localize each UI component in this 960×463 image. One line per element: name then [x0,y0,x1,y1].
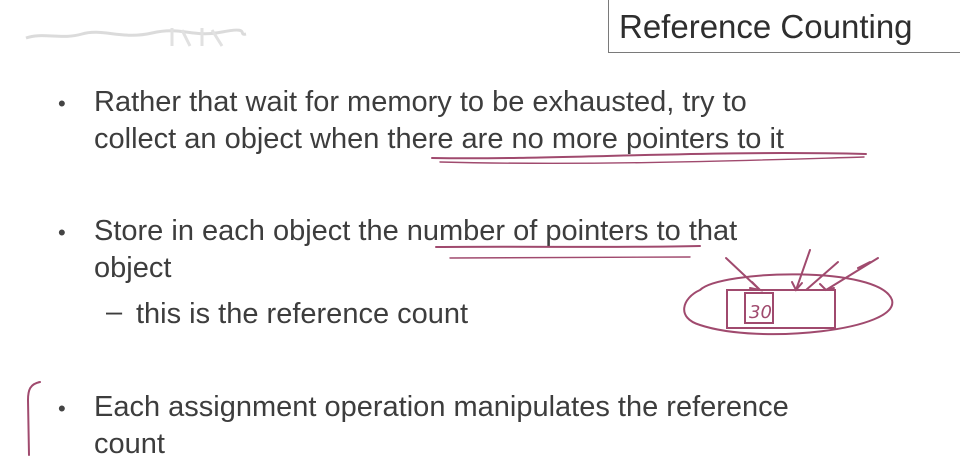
pointer-arrow-3 [805,261,839,291]
pointer-arrow-2 [795,249,811,291]
count-value: 30 [749,302,772,323]
sub-bullet-dash: – [106,296,123,328]
bullet-3-dot: • [58,396,66,421]
count-cell [744,292,774,324]
bullet-1-line-2: collect an object when there are no more… [94,123,784,155]
pointer-arrow-4 [825,257,879,291]
bullet-3-line-2: count [94,428,165,460]
bullet-3-line-1: Each assignment operation manipulates th… [94,391,789,423]
pointer-arrow-1 [725,257,761,291]
bullet-2-line-2: object [94,252,172,284]
bullet-1-dot: • [58,91,66,116]
bullet-1-line-1: Rather that wait for memory to be exhaus… [94,86,747,118]
faded-logo [25,28,247,47]
object-rectangle [726,289,836,329]
bullet-2-sub: this is the reference count [136,298,469,330]
slide-title-box: Reference Counting [608,0,960,53]
bullet-2-line-1: Store in each object the number of point… [94,215,738,247]
bullet-2-dot: • [58,220,66,245]
object-ellipse [683,273,894,336]
left-bracket [26,381,41,456]
slide-title: Reference Counting [619,8,913,45]
